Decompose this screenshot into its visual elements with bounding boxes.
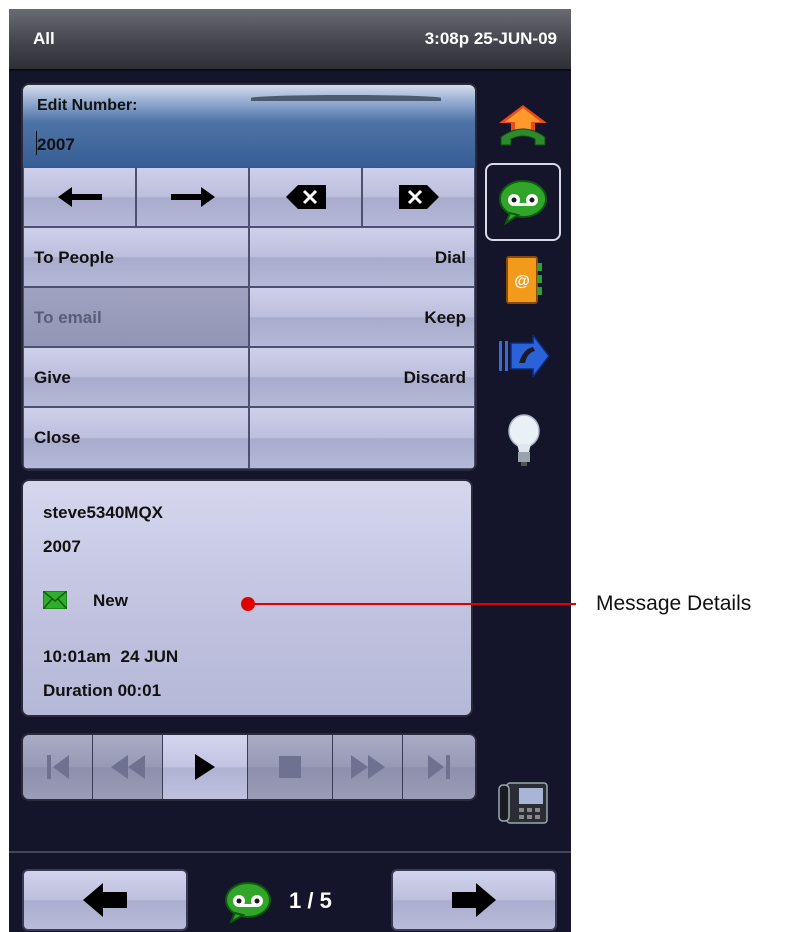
fast-forward-icon xyxy=(350,755,385,779)
message-counter: 1 / 5 xyxy=(289,888,332,913)
to-people-label: To People xyxy=(34,248,114,267)
delete-button[interactable] xyxy=(362,167,475,227)
play-button[interactable] xyxy=(163,735,248,799)
cursor-right-button[interactable] xyxy=(136,167,249,227)
message-duration: Duration 00:01 xyxy=(43,681,162,700)
edit-number-label: Edit Number: xyxy=(37,97,138,114)
play-icon xyxy=(195,754,215,780)
status-bar: All 3:08p 25-JUN-09 xyxy=(9,9,571,71)
callout-dot xyxy=(241,597,255,611)
sender-number: 2007 xyxy=(43,537,81,556)
give-label: Give xyxy=(34,368,71,387)
give-button[interactable]: Give xyxy=(23,347,249,407)
to-email-button[interactable]: To email xyxy=(23,287,249,347)
message-status: New xyxy=(93,591,128,610)
new-message-envelope-icon xyxy=(42,590,68,610)
callout-label: Message Details xyxy=(596,592,752,615)
backspace-button[interactable] xyxy=(249,167,362,227)
lightbulb-icon[interactable] xyxy=(507,414,541,468)
playback-controls xyxy=(21,733,477,801)
to-email-label: To email xyxy=(34,308,102,327)
stop-button[interactable] xyxy=(248,735,333,799)
desk-phone-icon[interactable] xyxy=(495,779,549,825)
date-time: 3:08p 25-JUN-09 xyxy=(424,29,557,48)
next-message-button[interactable] xyxy=(391,869,557,931)
arrow-left-icon xyxy=(57,187,102,207)
fast-forward-button[interactable] xyxy=(333,735,403,799)
rewind-button[interactable] xyxy=(93,735,163,799)
cursor-left-button[interactable] xyxy=(23,167,136,227)
callout-line xyxy=(248,603,576,605)
message-time: 10:01am 24 JUN xyxy=(43,647,179,666)
close-label: Close xyxy=(34,428,81,447)
arrow-right-icon xyxy=(170,187,215,207)
previous-message-button[interactable] xyxy=(22,869,188,931)
phone-screen: All 3:08p 25-JUN-09 Edit Number: 2007 To… xyxy=(9,9,571,932)
backspace-icon xyxy=(285,185,326,209)
to-people-button[interactable]: To People xyxy=(23,227,249,287)
skip-to-start-icon xyxy=(46,755,69,779)
voicemail-icon xyxy=(223,881,273,928)
close-button[interactable]: Close xyxy=(23,407,249,469)
forward-call-icon[interactable] xyxy=(499,335,549,377)
dial-label: Dial xyxy=(434,248,466,267)
arrow-right-icon xyxy=(452,883,496,917)
skip-to-start-button[interactable] xyxy=(23,735,93,799)
empty-button[interactable] xyxy=(249,407,475,469)
rewind-icon xyxy=(110,755,145,779)
pager-bar: 1 / 5 xyxy=(9,851,571,932)
skip-to-end-button[interactable] xyxy=(403,735,475,799)
svg-text:@: @ xyxy=(514,273,530,290)
discard-label: Discard xyxy=(403,368,466,387)
voicemail-icon[interactable] xyxy=(498,179,548,225)
edit-number-value[interactable]: 2007 xyxy=(37,135,75,155)
delete-icon xyxy=(398,185,439,209)
address-book-icon[interactable]: @ xyxy=(505,255,543,305)
keep-button[interactable]: Keep xyxy=(249,287,475,347)
dial-button[interactable]: Dial xyxy=(249,227,475,287)
edit-panel: Edit Number: 2007 To People Dial To emai… xyxy=(21,83,477,471)
keep-label: Keep xyxy=(424,308,466,327)
skip-to-end-icon xyxy=(428,755,450,779)
background-image xyxy=(251,95,441,101)
stop-icon xyxy=(279,756,301,778)
filter-label[interactable]: All xyxy=(33,29,55,49)
discard-button[interactable]: Discard xyxy=(249,347,475,407)
sender-name: steve5340MQX xyxy=(43,503,164,522)
arrow-left-icon xyxy=(83,883,127,917)
edit-number-field[interactable]: Edit Number: 2007 xyxy=(23,85,475,167)
call-transfer-icon[interactable] xyxy=(497,105,549,149)
